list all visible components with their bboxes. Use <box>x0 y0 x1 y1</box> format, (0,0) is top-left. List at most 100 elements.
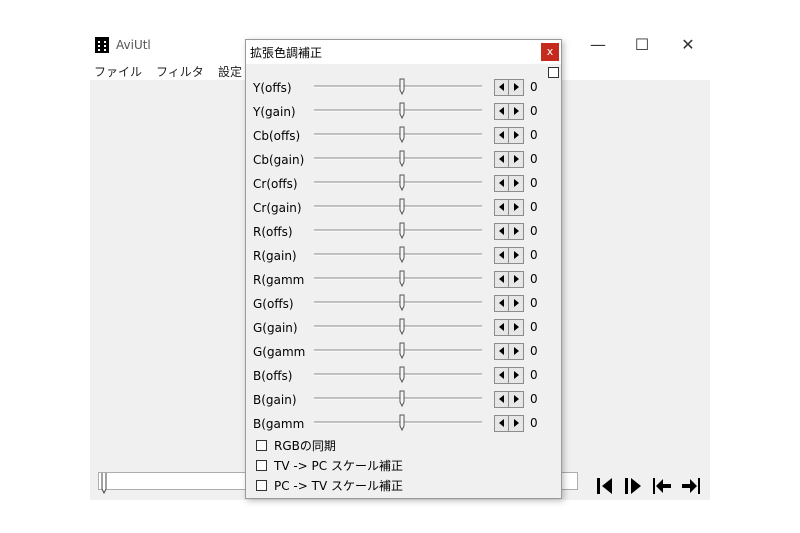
slider-value: 0 <box>530 368 538 382</box>
slider-value: 0 <box>530 80 538 94</box>
spin-buttons <box>494 415 524 432</box>
slider-label: B(gain) <box>253 393 297 407</box>
value-slider[interactable] <box>312 150 484 170</box>
option-row[interactable]: PC -> TV スケール補正 <box>254 476 554 496</box>
slider-value: 0 <box>530 104 538 118</box>
slider-value: 0 <box>530 392 538 406</box>
decrement-arrow-icon[interactable] <box>495 128 509 143</box>
spin-buttons <box>494 199 524 216</box>
close-button[interactable]: ✕ <box>666 34 710 56</box>
decrement-arrow-icon[interactable] <box>495 272 509 287</box>
increment-arrow-icon[interactable] <box>509 392 523 407</box>
value-slider[interactable] <box>312 390 484 410</box>
menu-settings[interactable]: 設定 <box>218 63 242 80</box>
value-slider[interactable] <box>312 246 484 266</box>
increment-arrow-icon[interactable] <box>509 104 523 119</box>
option-label: RGBの同期 <box>274 439 336 453</box>
increment-arrow-icon[interactable] <box>509 320 523 335</box>
increment-arrow-icon[interactable] <box>509 272 523 287</box>
slider-label: G(offs) <box>253 297 294 311</box>
dialog-close-button[interactable]: x <box>541 43 559 61</box>
menu-filter[interactable]: フィルタ <box>156 63 204 80</box>
app-title: AviUtl <box>116 38 151 52</box>
increment-arrow-icon[interactable] <box>509 344 523 359</box>
minimize-button[interactable]: — <box>576 34 620 56</box>
option-checkbox[interactable] <box>256 480 267 491</box>
decrement-arrow-icon[interactable] <box>495 344 509 359</box>
value-slider[interactable] <box>312 294 484 314</box>
slider-label: Y(offs) <box>253 81 292 95</box>
menu-file[interactable]: ファイル <box>94 63 142 80</box>
slider-value: 0 <box>530 296 538 310</box>
decrement-arrow-icon[interactable] <box>495 104 509 119</box>
decrement-arrow-icon[interactable] <box>495 176 509 191</box>
decrement-arrow-icon[interactable] <box>495 152 509 167</box>
value-slider[interactable] <box>312 270 484 290</box>
increment-arrow-icon[interactable] <box>509 296 523 311</box>
step-back-icon <box>597 478 612 494</box>
slider-row: G(gamma) 0 <box>246 340 561 364</box>
slider-label: Y(gain) <box>253 105 296 119</box>
value-slider[interactable] <box>312 366 484 386</box>
value-slider[interactable] <box>312 174 484 194</box>
next-frame-button[interactable] <box>620 473 646 499</box>
option-label: PC -> TV スケール補正 <box>274 479 403 493</box>
decrement-arrow-icon[interactable] <box>495 248 509 263</box>
value-slider[interactable] <box>312 414 484 434</box>
slider-label: B(offs) <box>253 369 293 383</box>
slider-row: R(offs) 0 <box>246 220 561 244</box>
value-slider[interactable] <box>312 78 484 98</box>
slider-value: 0 <box>530 128 538 142</box>
slider-row: B(offs) 0 <box>246 364 561 388</box>
increment-arrow-icon[interactable] <box>509 200 523 215</box>
option-label: TV -> PC スケール補正 <box>274 459 403 473</box>
option-checkbox[interactable] <box>256 460 267 471</box>
decrement-arrow-icon[interactable] <box>495 320 509 335</box>
slider-label: B(gamma) <box>253 417 305 431</box>
increment-arrow-icon[interactable] <box>509 416 523 431</box>
decrement-arrow-icon[interactable] <box>495 392 509 407</box>
timeline-thumb[interactable] <box>101 473 107 495</box>
value-slider[interactable] <box>312 222 484 242</box>
decrement-arrow-icon[interactable] <box>495 296 509 311</box>
decrement-arrow-icon[interactable] <box>495 224 509 239</box>
decrement-arrow-icon[interactable] <box>495 80 509 95</box>
slider-value: 0 <box>530 416 538 430</box>
slider-label: R(offs) <box>253 225 293 239</box>
last-frame-button[interactable] <box>678 473 704 499</box>
spin-buttons <box>494 271 524 288</box>
prev-frame-button[interactable] <box>592 473 618 499</box>
spin-buttons <box>494 247 524 264</box>
dialog-titlebar[interactable]: 拡張色調補正 x <box>246 40 561 64</box>
decrement-arrow-icon[interactable] <box>495 368 509 383</box>
value-slider[interactable] <box>312 198 484 218</box>
slider-value: 0 <box>530 200 538 214</box>
increment-arrow-icon[interactable] <box>509 368 523 383</box>
slider-label: G(gamma) <box>253 345 305 359</box>
color-correction-dialog: 拡張色調補正 x Y(offs) 0 Y(gain) 0 Cb(offs) 0 Cb(gai… <box>245 39 562 499</box>
increment-arrow-icon[interactable] <box>509 80 523 95</box>
option-row[interactable]: RGBの同期 <box>254 436 554 456</box>
slider-row: Cr(gain) 0 <box>246 196 561 220</box>
slider-value: 0 <box>530 344 538 358</box>
option-row[interactable]: TV -> PC スケール補正 <box>254 456 554 476</box>
spin-buttons <box>494 103 524 120</box>
value-slider[interactable] <box>312 342 484 362</box>
increment-arrow-icon[interactable] <box>509 224 523 239</box>
decrement-arrow-icon[interactable] <box>495 200 509 215</box>
decrement-arrow-icon[interactable] <box>495 416 509 431</box>
slider-row: Y(offs) 0 <box>246 76 561 100</box>
value-slider[interactable] <box>312 318 484 338</box>
slider-value: 0 <box>530 176 538 190</box>
increment-arrow-icon[interactable] <box>509 152 523 167</box>
value-slider[interactable] <box>312 102 484 122</box>
increment-arrow-icon[interactable] <box>509 176 523 191</box>
maximize-button[interactable]: ☐ <box>620 34 664 56</box>
option-checkbox[interactable] <box>256 440 267 451</box>
value-slider[interactable] <box>312 126 484 146</box>
increment-arrow-icon[interactable] <box>509 128 523 143</box>
slider-row: R(gamma) 0 <box>246 268 561 292</box>
slider-row: Cb(gain) 0 <box>246 148 561 172</box>
increment-arrow-icon[interactable] <box>509 248 523 263</box>
first-frame-button[interactable] <box>649 473 675 499</box>
